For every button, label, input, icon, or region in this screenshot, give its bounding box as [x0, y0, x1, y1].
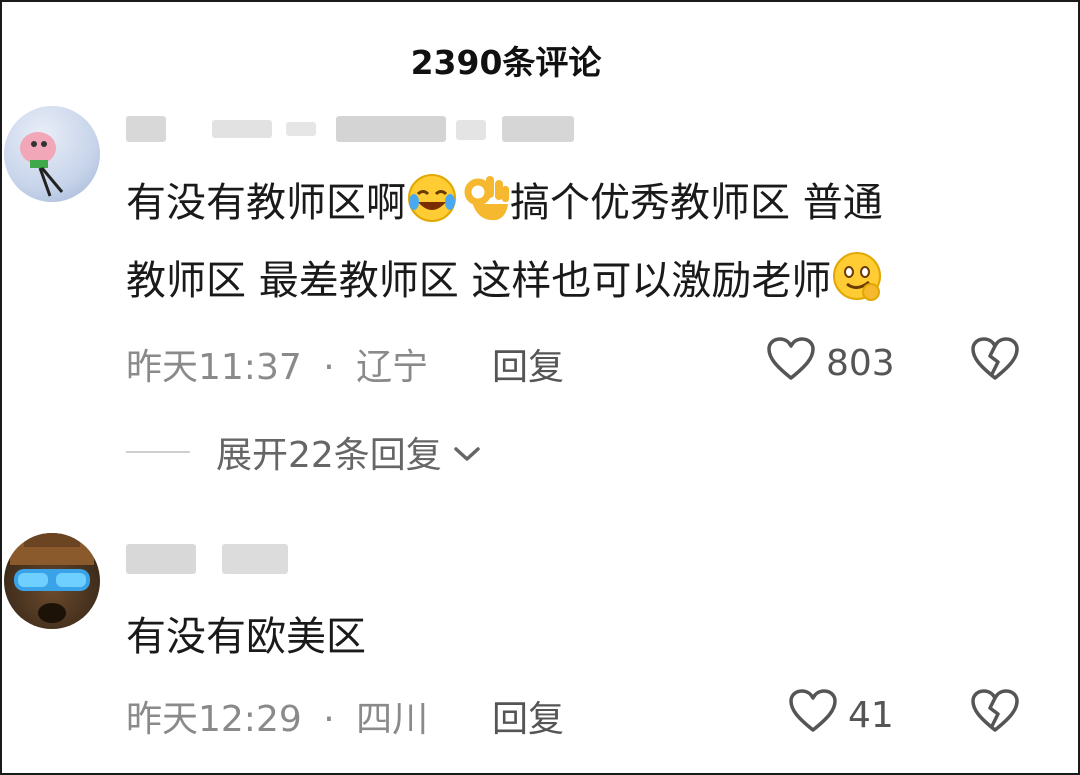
comment-text: 有没有教师区啊 搞个优秀教师区 普通 教师区 最差教师区 这样也可以激励老师 — [126, 164, 1046, 320]
dislike-button[interactable] — [970, 688, 1020, 738]
avatar[interactable] — [4, 106, 100, 202]
avatar[interactable] — [4, 533, 100, 629]
laughing-tears-emoji-icon — [406, 172, 458, 224]
comments-panel: 2390条评论 有没有教师区啊 搞个优秀教师区 普通 教师区 最差教师区 这样也… — [0, 0, 1080, 775]
expand-replies[interactable]: 展开22条回复 — [126, 426, 482, 478]
username-blurred[interactable] — [126, 540, 296, 574]
comment-time: 昨天11:37 — [126, 347, 302, 388]
comment-text: 有没有欧美区 — [126, 614, 366, 660]
like-count: 803 — [826, 343, 895, 384]
comment-location: 辽宁 — [356, 347, 429, 388]
ok-hand-emoji-icon — [458, 172, 510, 224]
comment-meta: 昨天11:37 · 辽宁 — [126, 338, 428, 390]
smirk-emoji-icon — [831, 250, 883, 302]
reply-button[interactable]: 回复 — [492, 690, 564, 742]
expand-replies-label: 展开22条回复 — [216, 435, 442, 476]
divider-line — [126, 451, 190, 453]
reply-button[interactable]: 回复 — [492, 338, 564, 390]
comment-text-part2: 搞个优秀教师区 普通 — [510, 180, 883, 226]
dislike-button[interactable] — [970, 336, 1020, 386]
chevron-down-icon — [452, 432, 482, 473]
like-count: 41 — [848, 695, 894, 736]
meta-separator: · — [323, 699, 335, 740]
like-button[interactable]: 41 — [788, 688, 894, 743]
comment-location: 四川 — [356, 699, 429, 740]
broken-heart-icon — [970, 689, 1020, 738]
broken-heart-icon — [970, 337, 1020, 386]
like-button[interactable]: 803 — [766, 336, 895, 391]
heart-outline-icon — [766, 336, 816, 391]
comment-text-part1: 有没有教师区啊 — [126, 180, 406, 226]
comment-text-line2: 教师区 最差教师区 这样也可以激励老师 — [126, 258, 832, 304]
username-blurred[interactable] — [126, 112, 586, 142]
comment-time: 昨天12:29 — [126, 699, 302, 740]
comment-meta: 昨天12:29 · 四川 — [126, 690, 428, 742]
meta-separator: · — [323, 347, 335, 388]
comments-count-title: 2390条评论 — [410, 43, 602, 82]
heart-outline-icon — [788, 688, 838, 743]
